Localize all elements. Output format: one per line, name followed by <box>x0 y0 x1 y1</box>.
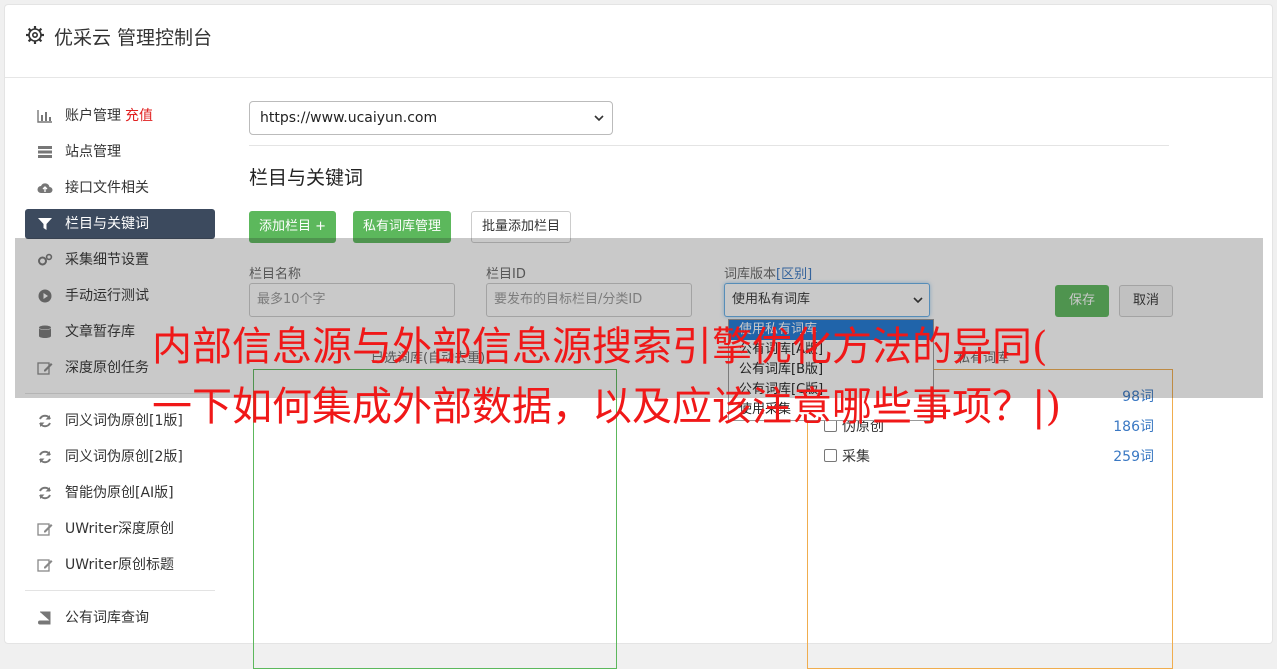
sidebar-item-account[interactable]: 账户管理 充值 <box>25 101 215 131</box>
sidebar-item-label: 智能伪原创[AI版] <box>65 485 174 501</box>
site-select[interactable]: https://www.ucaiyun.com <box>249 101 613 135</box>
sidebar-item-label: 接口文件相关 <box>65 180 149 196</box>
site-select-value: https://www.ucaiyun.com <box>260 110 438 126</box>
sidebar-item-uwriter-deep[interactable]: UWriter深度原创 <box>25 514 215 544</box>
sidebar-item-columns[interactable]: 栏目与关键词 <box>25 209 215 239</box>
sidebar-item-label: 栏目与关键词 <box>65 216 149 232</box>
refresh-icon <box>39 486 51 500</box>
recharge-link[interactable]: 充值 <box>125 108 153 124</box>
sidebar-item-label: 公有词库查询 <box>65 610 149 626</box>
sidebar-item-label: 账户管理 <box>65 108 121 124</box>
bar-chart-icon <box>37 110 52 123</box>
sidebar-item-public-lib[interactable]: 公有词库查询 <box>25 603 215 633</box>
checkbox[interactable] <box>824 449 837 462</box>
section-title: 栏目与关键词 <box>249 167 364 189</box>
headline-line-1: 内部信息源与外部信息源搜索引擎优化方法的异同( <box>152 324 1048 370</box>
sidebar-item-uwriter-title[interactable]: UWriter原创标题 <box>25 550 215 580</box>
divider <box>249 145 1169 146</box>
sidebar-item-label: UWriter原创标题 <box>65 557 174 573</box>
headline-line-2: 一下如何集成外部数据，以及应该注意哪些事项？|) <box>152 384 1062 430</box>
header-bar: 优采云 管理控制台 <box>5 5 1272 78</box>
edit-icon <box>37 523 53 536</box>
app-title: 优采云 管理控制台 <box>54 27 213 49</box>
cloud-upload-icon <box>37 183 53 193</box>
sidebar-item-ai-rewrite[interactable]: 智能伪原创[AI版] <box>25 478 215 508</box>
refresh-icon <box>39 414 51 428</box>
sidebar-item-label: 站点管理 <box>65 144 121 160</box>
sidebar-item-label: UWriter深度原创 <box>65 521 174 537</box>
sidebar-divider <box>25 590 215 591</box>
book-icon <box>38 611 51 625</box>
sidebar-item-synonym-v2[interactable]: 同义词伪原创[2版] <box>25 442 215 472</box>
filter-icon <box>38 218 52 230</box>
sidebar-item-label: 同义词伪原创[2版] <box>65 449 183 465</box>
gear-icon <box>26 26 44 44</box>
sidebar-item-interface[interactable]: 接口文件相关 <box>25 173 215 203</box>
refresh-icon <box>39 450 51 464</box>
sidebar-item-sites[interactable]: 站点管理 <box>25 137 215 167</box>
edit-icon <box>37 559 53 572</box>
list-item[interactable]: 采集 259词 <box>824 446 1154 466</box>
chevron-down-icon <box>594 115 604 122</box>
server-icon <box>38 146 52 158</box>
